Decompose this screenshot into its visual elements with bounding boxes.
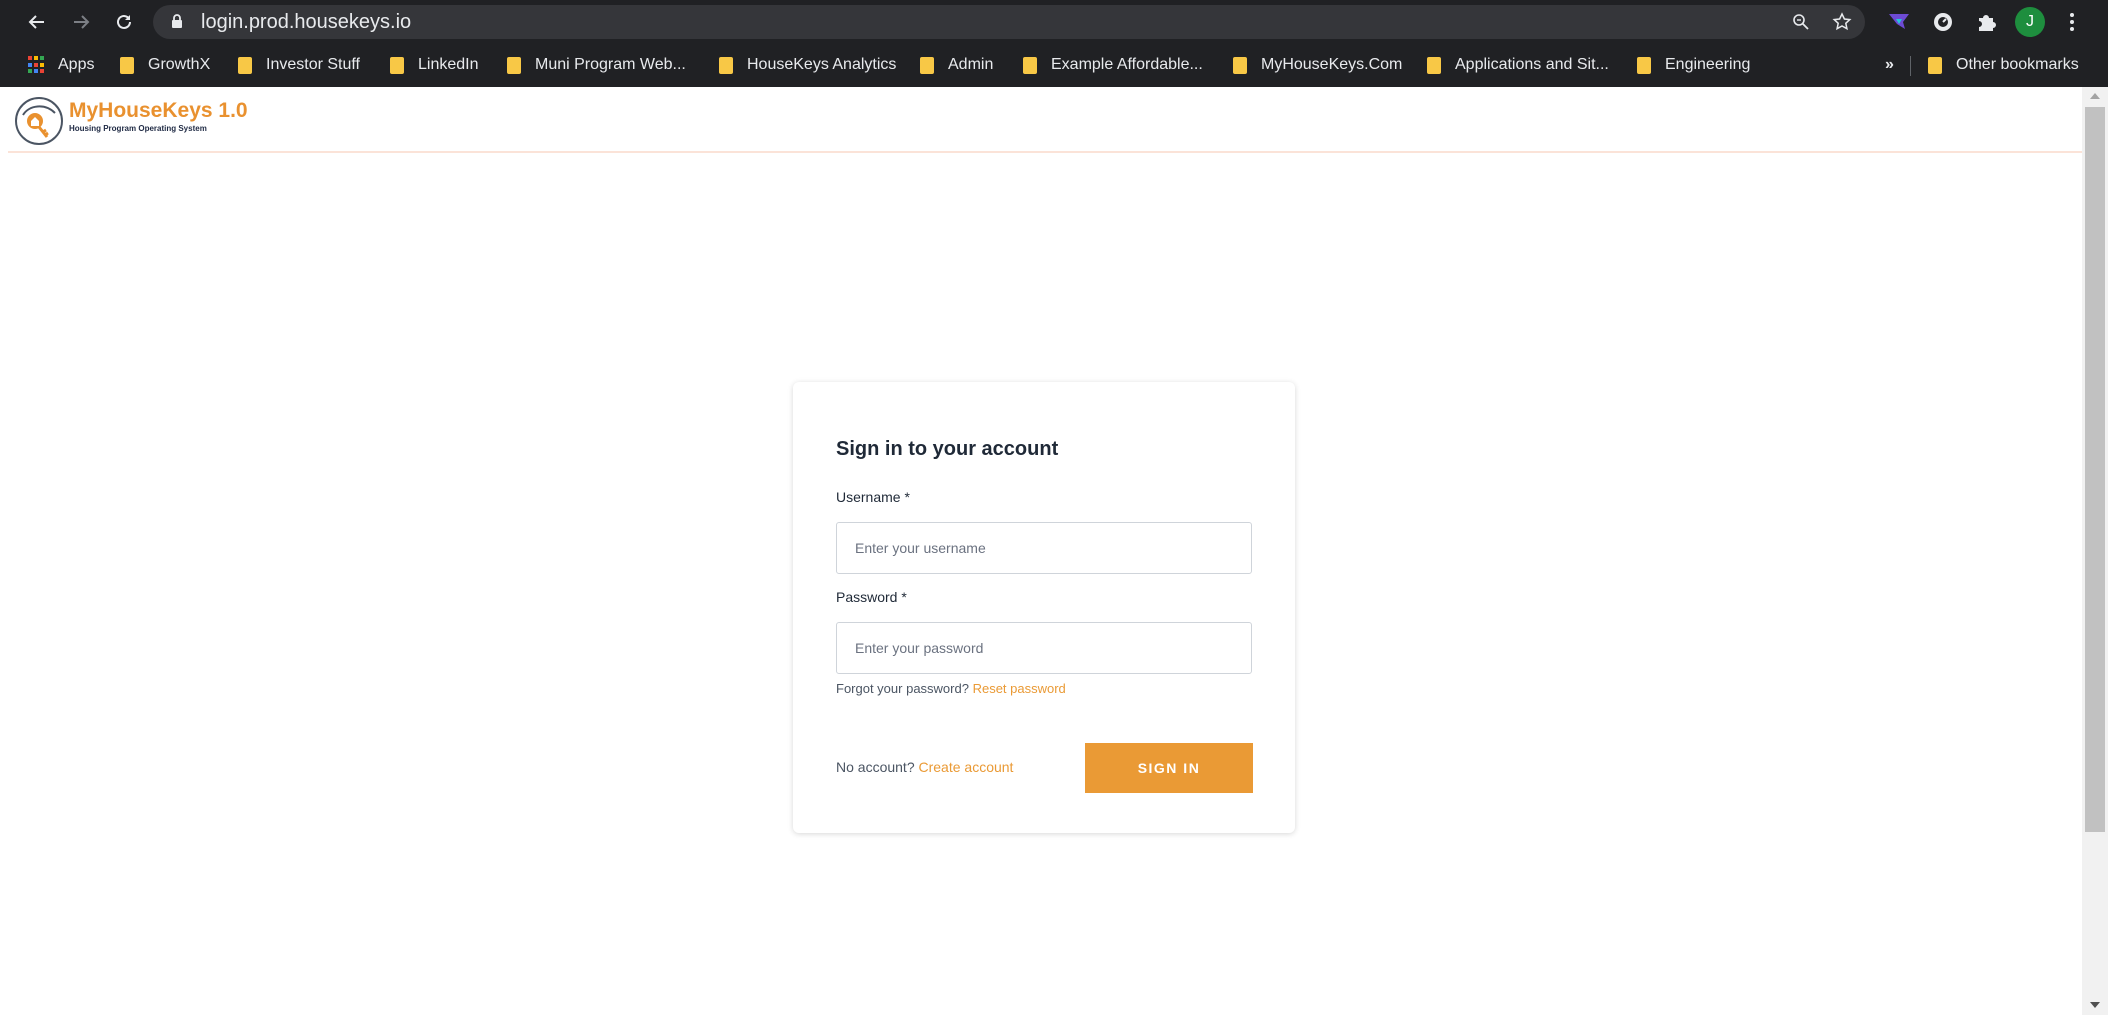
house-key-logo-icon <box>15 97 63 145</box>
browser-toolbar: login.prod.housekeys.io J <box>0 0 2108 44</box>
username-label: Username * <box>836 489 910 505</box>
login-title: Sign in to your account <box>836 438 1059 460</box>
folder-icon <box>1023 56 1037 74</box>
forward-button[interactable] <box>65 6 97 38</box>
bookmark-label: HouseKeys Analytics <box>747 56 897 73</box>
back-icon <box>28 15 44 29</box>
bookmark-label: GrowthX <box>148 56 211 73</box>
page-content: MyHouseKeys 1.0 Housing Program Operatin… <box>0 87 2082 1015</box>
username-input[interactable] <box>836 522 1252 574</box>
folder-icon <box>1637 56 1651 74</box>
folder-icon <box>390 56 404 74</box>
folder-icon <box>1928 56 1942 74</box>
gauge-icon <box>1934 13 1952 31</box>
login-card: Sign in to your account Username * Passw… <box>793 382 1295 833</box>
bookmark-apps[interactable]: Apps <box>28 52 94 78</box>
folder-icon <box>920 56 934 74</box>
lock-icon <box>172 14 182 28</box>
bookmark-folder[interactable]: LinkedIn <box>390 52 479 78</box>
back-button[interactable] <box>21 6 53 38</box>
bookmark-label: LinkedIn <box>418 56 479 73</box>
bookmark-folder[interactable]: Example Affordable... <box>1023 52 1203 78</box>
sign-in-button[interactable]: SIGN IN <box>1085 743 1253 793</box>
scroll-up-arrow-icon[interactable] <box>2090 93 2100 99</box>
bookmark-star-button[interactable] <box>1830 10 1854 34</box>
bookmark-folder[interactable]: MyHouseKeys.Com <box>1233 52 1402 78</box>
bookmark-label: Applications and Sit... <box>1455 56 1609 73</box>
bookmarks-bar: Apps GrowthX Investor Stuff LinkedIn Mun… <box>0 44 2108 87</box>
bookmark-folder[interactable]: Investor Stuff <box>238 52 360 78</box>
folder-icon <box>1233 56 1247 74</box>
profile-avatar[interactable]: J <box>2015 7 2045 37</box>
bookmark-folder[interactable]: HouseKeys Analytics <box>719 52 896 78</box>
forgot-password-row: Forgot your password? Reset password <box>836 681 1066 696</box>
bookmark-label: Admin <box>948 56 994 73</box>
address-bar[interactable]: login.prod.housekeys.io <box>153 5 1865 39</box>
folder-icon <box>719 56 733 74</box>
page-scrollbar[interactable] <box>2082 87 2108 1015</box>
folder-icon <box>507 56 521 74</box>
logo-subtitle: Housing Program Operating System <box>69 124 207 133</box>
folder-icon <box>1427 56 1441 74</box>
forgot-password-text: Forgot your password? <box>836 681 969 696</box>
extension-icon <box>1889 14 1909 29</box>
password-label: Password * <box>836 589 907 605</box>
bookmark-label: Investor Stuff <box>266 56 360 73</box>
password-input[interactable] <box>836 622 1252 674</box>
zoom-button[interactable] <box>1789 10 1813 34</box>
other-bookmarks-folder[interactable]: Other bookmarks <box>1928 52 2079 78</box>
bookmark-label: Example Affordable... <box>1051 56 1203 73</box>
create-account-link[interactable]: Create account <box>919 759 1014 775</box>
bookmark-label: Apps <box>58 56 95 73</box>
app-header: MyHouseKeys 1.0 Housing Program Operatin… <box>8 87 2082 153</box>
folder-icon <box>238 56 252 74</box>
bookmarks-divider <box>1910 56 1911 76</box>
folder-icon <box>120 56 134 74</box>
menu-icon <box>2070 13 2074 31</box>
scroll-thumb[interactable] <box>2085 107 2105 832</box>
forward-icon <box>74 15 90 29</box>
bookmarks-overflow-button[interactable]: » <box>1885 52 1894 78</box>
bookmark-folder[interactable]: Muni Program Web... <box>507 52 686 78</box>
star-icon <box>1832 12 1852 31</box>
reload-icon <box>117 14 131 29</box>
extension-button[interactable] <box>1885 8 1913 36</box>
bookmark-folder[interactable]: Engineering <box>1637 52 1750 78</box>
no-account-row: No account? Create account <box>836 759 1013 775</box>
browser-menu-button[interactable] <box>2058 8 2086 36</box>
reset-password-link[interactable]: Reset password <box>973 681 1066 696</box>
extensions-menu-button[interactable] <box>1972 8 2000 36</box>
bookmark-folder[interactable]: GrowthX <box>120 52 210 78</box>
bookmark-label: Engineering <box>1665 56 1751 73</box>
reload-button[interactable] <box>108 6 140 38</box>
scroll-down-arrow-icon[interactable] <box>2090 1002 2100 1008</box>
url-text: login.prod.housekeys.io <box>201 11 412 33</box>
bookmark-label: Muni Program Web... <box>535 56 686 73</box>
bookmark-label: Other bookmarks <box>1956 56 2079 73</box>
zoom-icon <box>1793 14 1809 30</box>
bookmark-folder[interactable]: Applications and Sit... <box>1427 52 1609 78</box>
profile-extension-button[interactable] <box>1929 8 1957 36</box>
logo-title: MyHouseKeys 1.0 <box>69 99 248 122</box>
bookmark-folder[interactable]: Admin <box>920 52 993 78</box>
apps-grid-icon <box>28 56 46 74</box>
no-account-text: No account? <box>836 759 915 775</box>
bookmark-label: MyHouseKeys.Com <box>1261 56 1403 73</box>
puzzle-icon <box>1979 15 1996 31</box>
